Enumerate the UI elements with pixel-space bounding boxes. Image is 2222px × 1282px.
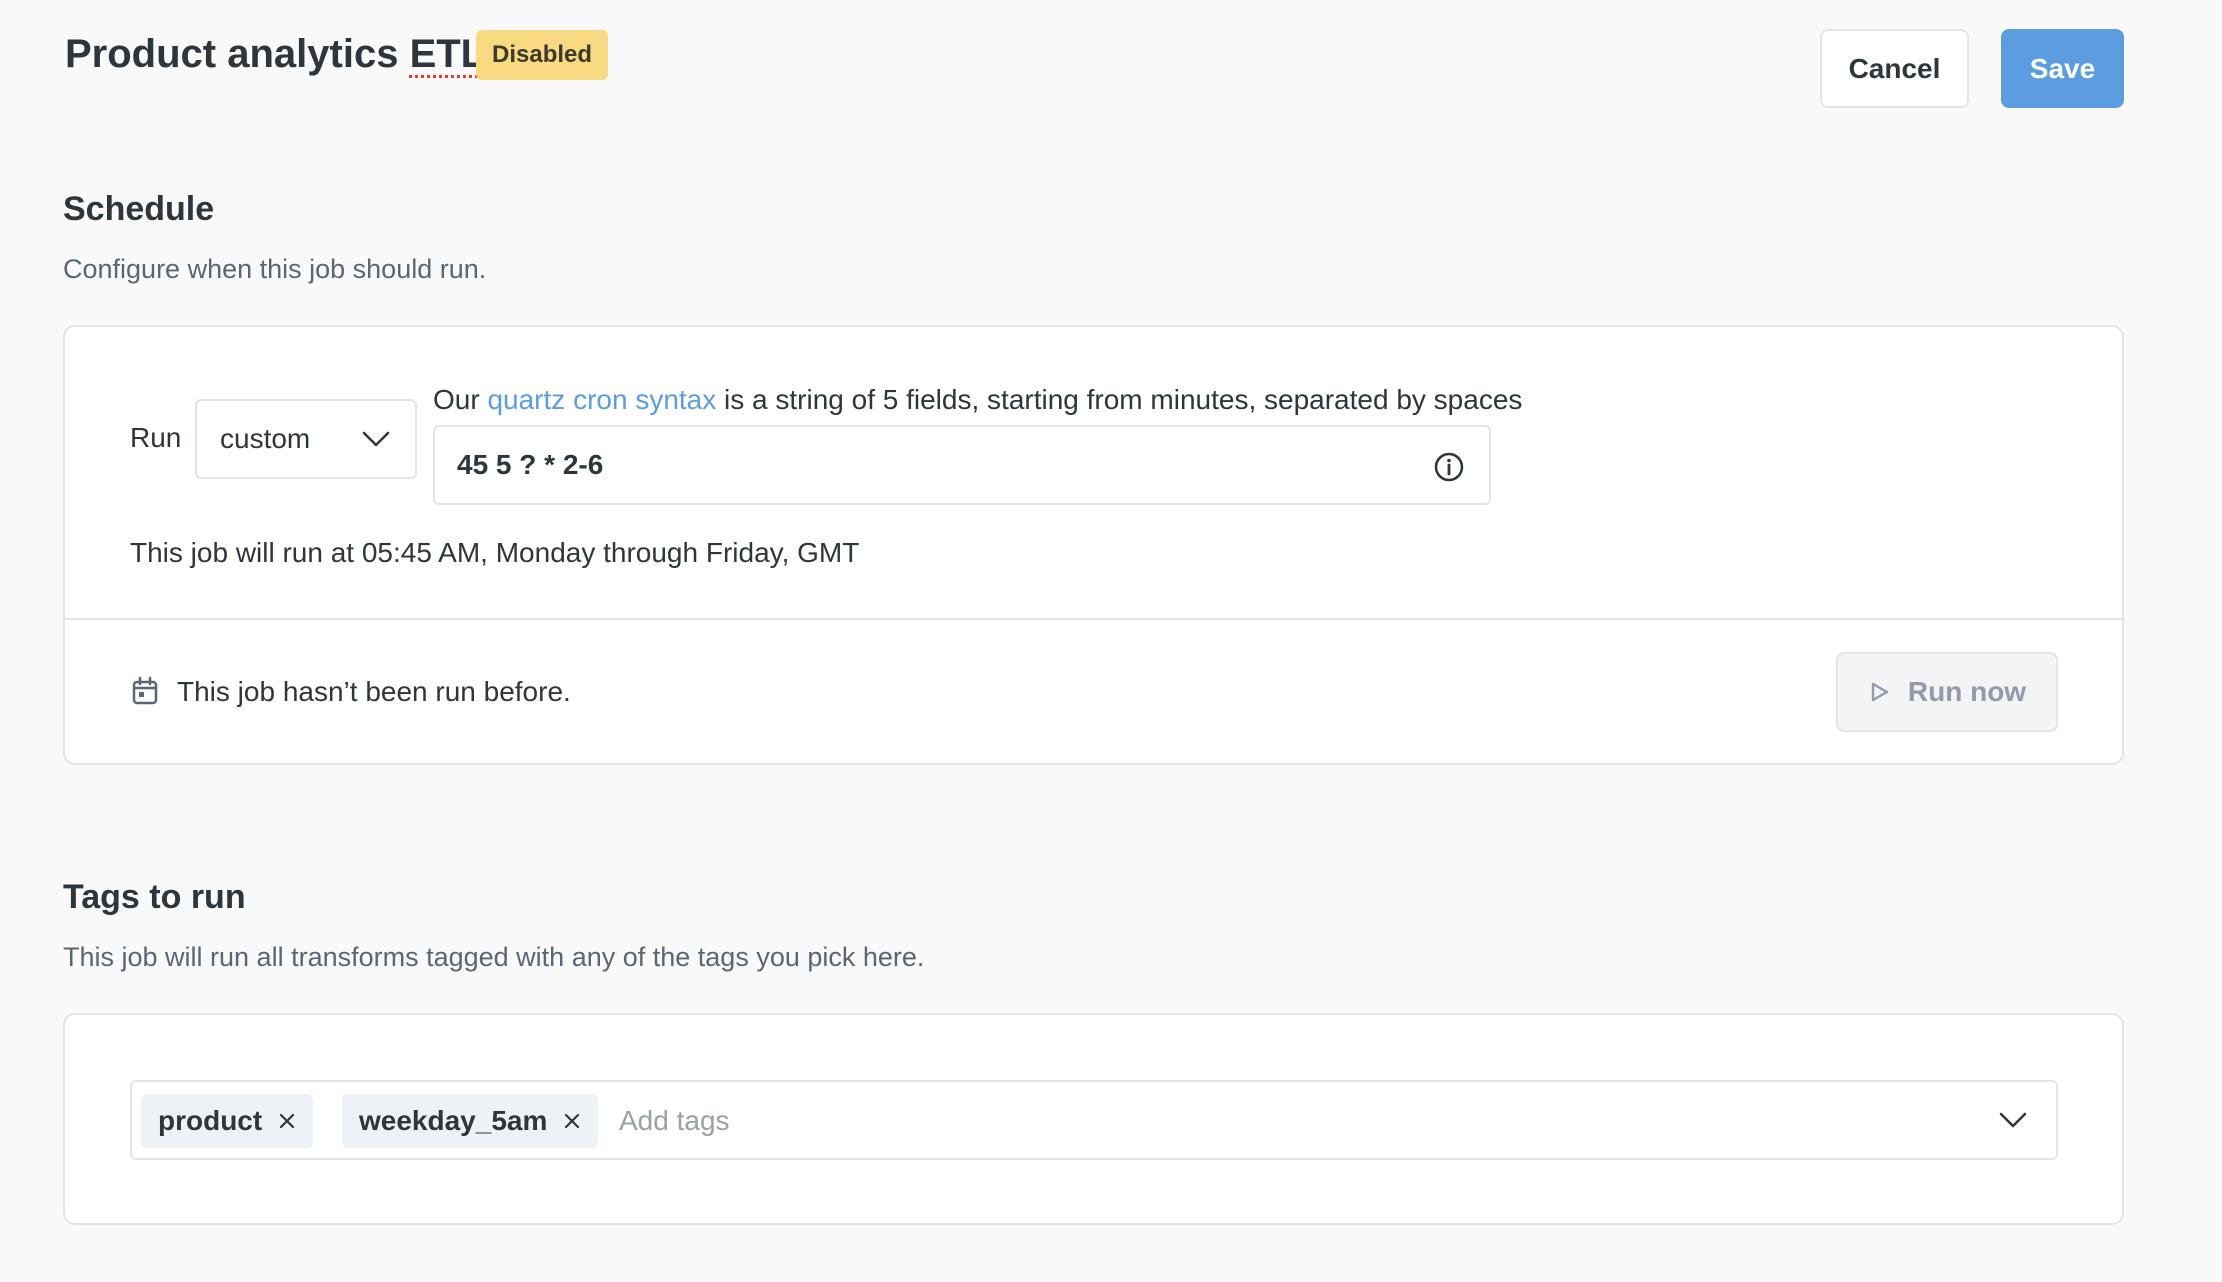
tags-section-title: Tags to run	[63, 878, 246, 916]
frequency-select-value: custom	[220, 423, 311, 454]
schedule-section-description: Configure when this job should run.	[63, 254, 487, 284]
page-title-main: Product analytics	[65, 32, 410, 76]
close-icon[interactable]	[563, 1112, 581, 1130]
run-now-label: Run now	[1907, 676, 2027, 707]
chevron-down-icon[interactable]	[1998, 1109, 2028, 1131]
cron-explanation: This job will run at 05:45 AM, Monday th…	[130, 537, 860, 568]
calendar-icon	[132, 676, 158, 705]
cron-expression-input[interactable]: 45 5 ? * 2-6	[433, 425, 1491, 505]
cron-help-text: Our quartz cron syntax is a string of 5 …	[433, 384, 1522, 416]
last-run-status: This job hasn’t been run before.	[177, 676, 571, 707]
page-title: Product analytics ETL	[65, 32, 485, 77]
tag-chip: weekday_5am	[342, 1094, 599, 1148]
schedule-card: Run custom Our quartz cron syntax is a s…	[63, 325, 2124, 765]
tag-chip: product	[141, 1094, 314, 1148]
add-tags-placeholder[interactable]: Add tags	[619, 1105, 730, 1137]
frequency-select[interactable]: custom	[195, 399, 417, 479]
cron-help-suffix: is a string of 5 fields, starting from m…	[716, 384, 1523, 415]
close-icon[interactable]	[278, 1112, 296, 1130]
chevron-down-icon	[362, 431, 390, 447]
run-now-button[interactable]: Run now	[1836, 652, 2058, 732]
status-badge: Disabled	[476, 30, 609, 80]
save-button[interactable]: Save	[2001, 29, 2124, 108]
tags-section-description: This job will run all transforms tagged …	[63, 942, 925, 972]
cron-expression-value: 45 5 ? * 2-6	[457, 449, 604, 480]
info-icon[interactable]	[1433, 451, 1465, 483]
tags-card: product weekday_5am Add tags	[63, 1013, 2124, 1225]
tags-multiselect[interactable]: product weekday_5am Add tags	[130, 1080, 2058, 1160]
play-icon	[1871, 682, 1889, 702]
page-title-misspelled-word: ETL	[409, 32, 486, 76]
cron-help-prefix: Our	[433, 384, 488, 415]
run-label: Run	[130, 422, 182, 453]
tag-chip-label: product	[158, 1105, 263, 1136]
cancel-button[interactable]: Cancel	[1820, 29, 1969, 108]
schedule-section-title: Schedule	[63, 190, 215, 228]
card-divider	[65, 618, 2122, 620]
job-edit-page: Product analytics ETL Disabled Cancel Sa…	[0, 0, 2222, 1282]
tag-chip-label: weekday_5am	[359, 1105, 548, 1136]
cron-syntax-link[interactable]: quartz cron syntax	[487, 384, 716, 415]
